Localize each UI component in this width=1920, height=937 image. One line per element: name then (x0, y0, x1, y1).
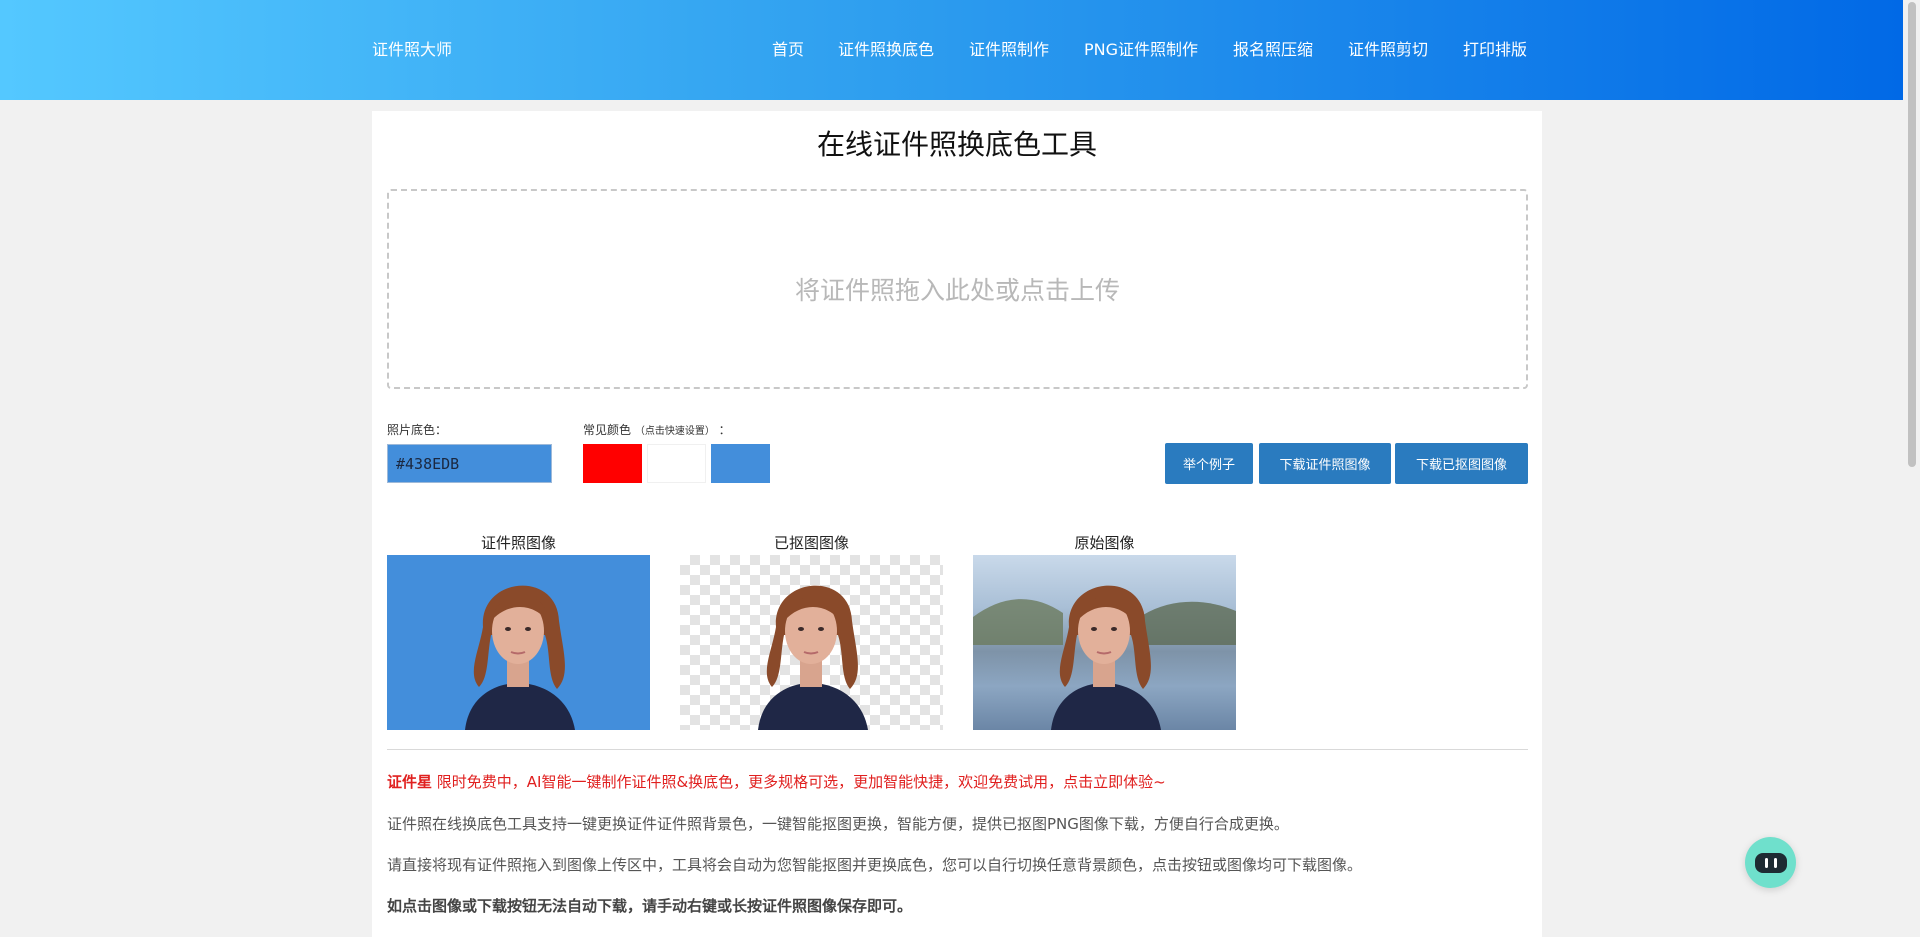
example-button[interactable]: 举个例子 (1165, 443, 1253, 484)
original-photo-label: 原始图像 (1074, 534, 1135, 552)
upload-dropzone[interactable]: 将证件照拖入此处或点击上传 (387, 189, 1528, 389)
description-paragraph-3: 如点击图像或下载按钮无法自动下载，请手动右键或长按证件照图像保存即可。 (387, 897, 913, 915)
id-photo-image[interactable] (387, 555, 650, 730)
download-cutout-button[interactable]: 下载已抠图图像 (1395, 443, 1528, 484)
scrollbar-thumb[interactable] (1908, 2, 1916, 467)
swatch-blue[interactable] (711, 444, 770, 483)
common-colors-label: 常见颜色 （点击快速设置） ： (583, 422, 731, 440)
portrait-illustration (973, 585, 1236, 730)
bg-color-input[interactable] (387, 444, 552, 483)
nav-item-id-photo-make[interactable]: 证件照制作 (969, 40, 1049, 60)
content-divider (387, 749, 1528, 750)
original-photo-image[interactable] (973, 555, 1236, 730)
page-scrollbar[interactable] (1903, 0, 1920, 937)
download-id-photo-button[interactable]: 下载证件照图像 (1259, 443, 1391, 484)
nav-item-change-bg[interactable]: 证件照换底色 (838, 40, 934, 60)
dropzone-text: 将证件照拖入此处或点击上传 (794, 276, 1120, 305)
swatch-red[interactable] (583, 444, 642, 483)
common-colors-hint: （点击快速设置） (634, 426, 715, 437)
main-card: 在线证件照换底色工具 将证件照拖入此处或点击上传 照片底色： 常见颜色 （点击快… (372, 111, 1542, 937)
robot-icon (1754, 852, 1787, 873)
nav-item-compress[interactable]: 报名照压缩 (1233, 40, 1313, 60)
bg-color-label: 照片底色： (387, 423, 448, 437)
nav-item-print-layout[interactable]: 打印排版 (1463, 40, 1527, 60)
common-colors-suffix: ： (718, 423, 731, 437)
page-title: 在线证件照换底色工具 (816, 128, 1097, 161)
portrait-illustration (465, 585, 575, 730)
cutout-photo-label: 已抠图图像 (773, 534, 849, 552)
chat-bot-button[interactable] (1745, 837, 1796, 888)
promo-brand: 证件星 (387, 773, 433, 791)
description-paragraph-2: 请直接将现有证件照拖入到图像上传区中，工具将会自动为您智能抠图并更换底色，您可以… (387, 856, 1363, 874)
id-photo-label: 证件照图像 (480, 534, 556, 552)
nav-item-png-id-photo[interactable]: PNG证件照制作 (1084, 40, 1198, 60)
swatch-white[interactable] (647, 444, 706, 483)
portrait-illustration (758, 585, 868, 730)
top-header: 证件照大师 首页 证件照换底色 证件照制作 PNG证件照制作 报名照压缩 证件照… (0, 0, 1920, 100)
site-brand[interactable]: 证件照大师 (372, 40, 452, 60)
cutout-photo-image[interactable] (680, 555, 943, 730)
promo-link[interactable]: 证件星 限时免费中，AI智能一键制作证件照&换底色，更多规格可选，更加智能快捷，… (387, 772, 1166, 792)
promo-text: 限时免费中，AI智能一键制作证件照&换底色，更多规格可选，更加智能快捷，欢迎免费… (432, 773, 1166, 791)
description-paragraph-1: 证件照在线换底色工具支持一键更换证件证件照背景色，一键智能抠图更换，智能方便，提… (387, 815, 1289, 833)
nav-item-home[interactable]: 首页 (772, 40, 804, 60)
nav-item-crop[interactable]: 证件照剪切 (1348, 40, 1428, 60)
common-colors-title: 常见颜色 (583, 423, 632, 437)
